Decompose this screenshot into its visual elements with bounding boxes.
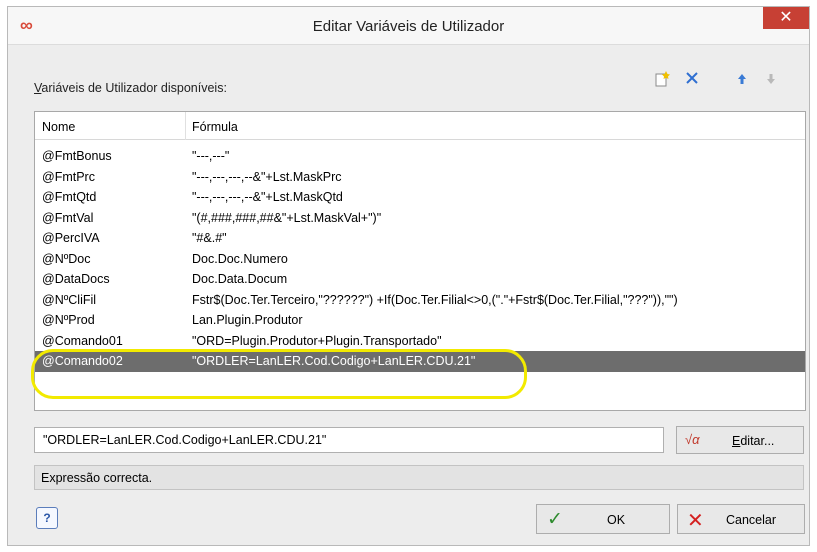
- variables-list[interactable]: Nome Fórmula @FmtBonus "---,---" @FmtPrc "…: [34, 111, 806, 411]
- list-row[interactable]: @NºDoc Doc.Doc.Numero: [35, 249, 805, 270]
- column-header-nome[interactable]: Nome: [42, 120, 75, 134]
- editar-button[interactable]: √α Editar...: [676, 426, 804, 454]
- list-row[interactable]: @Comando01 "ORD=Plugin.Produtor+Plugin.Tr…: [35, 331, 805, 352]
- move-down-button[interactable]: [760, 71, 782, 91]
- formula-sqrt-icon: √α: [685, 432, 700, 447]
- list-row[interactable]: @FmtPrc "---,---,---,--&"+Lst.MaskPrc: [35, 167, 805, 188]
- expression-input[interactable]: [34, 427, 664, 453]
- checkmark-icon: ✓: [547, 509, 563, 530]
- help-button[interactable]: ?: [36, 507, 58, 529]
- list-row[interactable]: @FmtBonus "---,---": [35, 146, 805, 167]
- list-header: Nome Fórmula: [35, 112, 805, 140]
- list-row[interactable]: @FmtVal "(#,###,###,##&"+Lst.MaskVal+")": [35, 208, 805, 229]
- list-row[interactable]: @PercIVA "#&.#": [35, 228, 805, 249]
- close-icon: ✕: [779, 9, 793, 26]
- arrow-down-icon: [767, 74, 775, 84]
- delete-x-icon: [686, 72, 698, 84]
- list-row[interactable]: @FmtQtd "---,---,---,--&"+Lst.MaskQtd: [35, 187, 805, 208]
- title-bar[interactable]: ∞ Editar Variáveis de Utilizador ✕: [8, 7, 809, 45]
- close-button[interactable]: ✕: [763, 7, 809, 29]
- column-divider[interactable]: [185, 112, 186, 140]
- list-row-selected[interactable]: @Comando02 "ORDLER=LanLER.Cod.Codigo+LanL…: [35, 351, 805, 372]
- status-bar: Expressão correcta.: [34, 465, 804, 490]
- list-rows: @FmtBonus "---,---" @FmtPrc "---,---,---,-…: [35, 146, 805, 372]
- variables-list-label: Variáveis de Utilizador disponíveis:: [34, 81, 227, 95]
- cancel-label: Cancelar: [726, 513, 777, 527]
- cancel-x-icon: ✕: [687, 510, 704, 532]
- dialog-window: ∞ Editar Variáveis de Utilizador ✕ Variá…: [7, 6, 810, 546]
- arrow-up-icon: [738, 74, 746, 84]
- ok-label: OK: [607, 513, 626, 527]
- column-header-formula[interactable]: Fórmula: [192, 120, 238, 134]
- editar-label: Editar...: [732, 434, 775, 448]
- ok-button[interactable]: ✓ OK: [536, 504, 670, 534]
- cancel-button[interactable]: ✕ Cancelar: [677, 504, 805, 534]
- move-up-button[interactable]: [731, 71, 753, 91]
- list-row[interactable]: @NºProd Lan.Plugin.Produtor: [35, 310, 805, 331]
- help-icon: ?: [43, 511, 51, 525]
- delete-variable-button[interactable]: [681, 71, 703, 91]
- new-variable-button[interactable]: [651, 71, 673, 91]
- window-title: Editar Variáveis de Utilizador: [312, 18, 505, 35]
- new-item-icon: [655, 71, 670, 87]
- list-row[interactable]: @DataDocs Doc.Data.Docum: [35, 269, 805, 290]
- list-row[interactable]: @NºCliFil Fstr$(Doc.Ter.Terceiro,"??????"…: [35, 290, 805, 311]
